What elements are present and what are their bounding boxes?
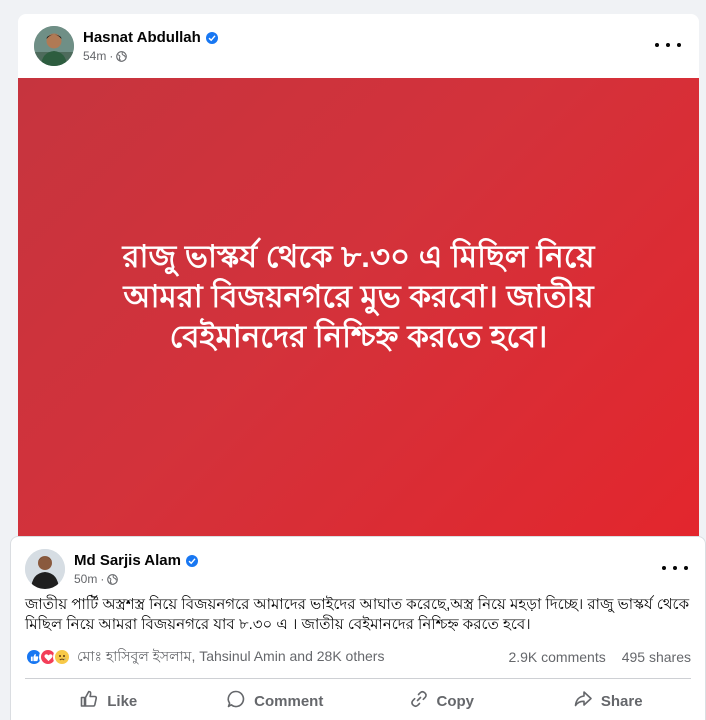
author-name[interactable]: Md Sarjis Alam <box>74 552 181 569</box>
comments-count[interactable]: 2.9K comments <box>508 649 605 665</box>
more-options-icon[interactable] <box>662 563 688 573</box>
author-meta: Hasnat Abdullah 54m · <box>83 29 218 63</box>
meta-separator: · <box>100 572 105 586</box>
reaction-icons[interactable] <box>25 648 71 666</box>
comment-bubble-icon <box>226 689 246 713</box>
post-background-banner: রাজু ভাস্কর্য থেকে ৮.৩০ এ মিছিল নিয়ে আম… <box>18 78 699 536</box>
post-actions: Like Comment Copy Share <box>25 683 691 719</box>
copy-label: Copy <box>436 692 475 710</box>
like-button[interactable]: Like <box>25 683 192 719</box>
comment-button[interactable]: Comment <box>192 683 359 719</box>
post-caption: জাতীয় পার্টি অস্ত্রশস্ত্র নিয়ে বিজয়নগ… <box>25 596 690 633</box>
post-card-sarjis: Md Sarjis Alam 50m · জাতীয় পার্টি অস্ত্… <box>10 536 706 720</box>
reactions-summary[interactable]: মোঃ হাসিবুল ইসলাম, Tahsinul Amin and 28K… <box>77 645 384 669</box>
meta-separator: · <box>109 49 114 63</box>
copy-link-icon <box>409 689 429 713</box>
post-card-hasnat: Hasnat Abdullah 54m · রাজু ভাস্কর্য থেকে… <box>18 14 699 536</box>
avatar[interactable] <box>34 26 74 66</box>
share-button[interactable]: Share <box>525 683 692 719</box>
divider <box>25 678 691 679</box>
author-meta: Md Sarjis Alam 50m · <box>74 552 198 586</box>
thumbs-up-icon <box>79 689 99 713</box>
copy-button[interactable]: Copy <box>358 683 525 719</box>
more-options-icon[interactable] <box>655 40 681 50</box>
post-header: Hasnat Abdullah 54m · <box>34 26 218 66</box>
comment-label: Comment <box>254 692 324 710</box>
share-arrow-icon <box>573 689 593 713</box>
globe-icon <box>116 50 128 62</box>
post-time[interactable]: 50m <box>74 572 97 586</box>
verified-badge-icon <box>185 554 198 567</box>
share-label: Share <box>600 692 643 710</box>
verified-badge-icon <box>205 31 218 44</box>
engagement-bar: মোঃ হাসিবুল ইসলাম, Tahsinul Amin and 28K… <box>25 645 691 669</box>
like-label: Like <box>107 692 138 710</box>
globe-icon <box>107 573 119 585</box>
post-time[interactable]: 54m <box>83 49 106 63</box>
avatar-image <box>34 26 74 66</box>
shares-count[interactable]: 495 shares <box>622 649 691 665</box>
avatar-image <box>25 549 65 589</box>
banner-text: রাজু ভাস্কর্য থেকে ৮.৩০ এ মিছিল নিয়ে আম… <box>122 239 595 354</box>
avatar[interactable] <box>25 549 65 589</box>
sad-reaction-icon <box>53 648 71 666</box>
post-header: Md Sarjis Alam 50m · <box>25 549 198 589</box>
author-name[interactable]: Hasnat Abdullah <box>83 29 201 46</box>
